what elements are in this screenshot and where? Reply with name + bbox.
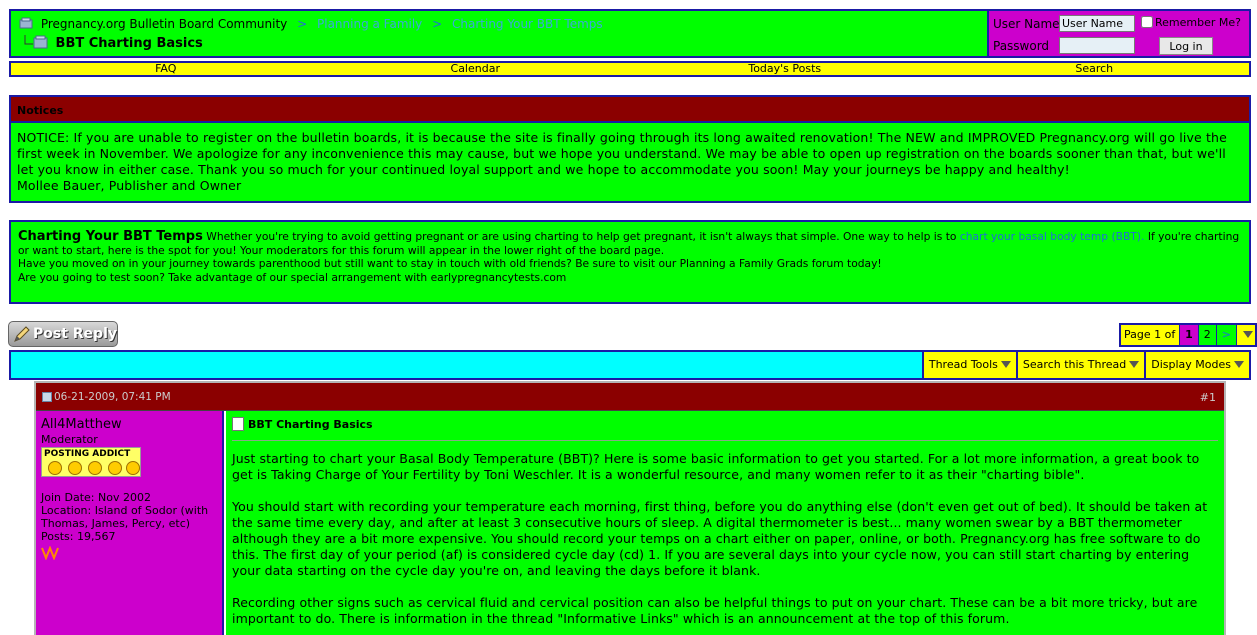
thread-title-text: BBT Charting Basics [55,36,203,51]
smiley-icon [88,461,102,475]
forum-desc-line3: Are you going to test soon? Take advanta… [18,270,567,284]
author-posts: Posts: 19,567 [41,530,116,543]
search-thread-label: Search this Thread [1022,358,1127,371]
notices-heading: Notices [11,97,1249,123]
nav-calendar-link[interactable]: Calendar [321,63,631,75]
forum-desc-line2: Have you moved on in your journey toward… [18,257,882,270]
smiley-icon [126,461,140,475]
post-paragraph: Recording other signs such as cervical f… [232,595,1198,626]
rank-text: POSTING ADDICT [44,449,131,459]
page-info: Page 1 of 2 [1121,325,1181,361]
dropdown-arrow-icon [1234,361,1244,368]
top-header: Pregnancy.org Bulletin Board Community >… [9,9,1251,58]
login-box: User Name Remember Me? Password Log in [987,11,1249,56]
remember-me-checkbox[interactable] [1141,16,1153,28]
dropdown-arrow-icon [1243,331,1253,338]
post-title: BBT Charting Basics [232,417,1218,441]
smiley-icon [48,461,62,475]
breadcrumb-home-link[interactable]: Pregnancy.org Bulletin Board Community [41,17,287,31]
notices-text: NOTICE: If you are unable to register on… [17,130,1227,177]
post-paragraph: Just starting to chart your Basal Body T… [232,451,1200,482]
thread-tools-label: Thread Tools [928,358,998,371]
page-current: 1 [1180,325,1199,345]
breadcrumb-separator: > [297,17,308,31]
dropdown-arrow-icon [1129,361,1140,368]
nav-todays-posts-link[interactable]: Today's Posts [630,63,940,75]
old-post-icon [42,392,52,402]
post-content: BBT Charting Basics Just starting to cha… [226,411,1224,635]
forum-desc-part1: Whether you're trying to avoid getting p… [206,230,957,243]
smiley-icon [108,461,122,475]
breadcrumb-planning-link[interactable]: Planning a Family [317,17,422,31]
display-modes-label: Display Modes [1151,358,1231,371]
breadcrumb: Pregnancy.org Bulletin Board Community >… [19,17,603,31]
forum-description: Charting Your BBT Temps Whether you're t… [9,220,1251,304]
post-paragraph: You should start with recording your tem… [232,499,1208,578]
login-button[interactable]: Log in [1159,37,1213,55]
forum-title: Charting Your BBT Temps [18,229,203,244]
thread-toolbar: Thread Tools Search this Thread Display … [9,350,1251,380]
password-input[interactable] [1059,37,1135,54]
page-menu-button[interactable] [1237,325,1255,345]
notices-body: NOTICE: If you are unable to register on… [11,123,1249,201]
remember-me[interactable]: Remember Me? [1141,16,1241,29]
page-2-link[interactable]: 2 [1198,325,1217,345]
display-modes-menu[interactable]: Display Modes [1144,352,1249,378]
author-title: Moderator [41,433,98,446]
navbar: FAQ Calendar Today's Posts Search [9,61,1251,77]
notices-panel: Notices NOTICE: If you are unable to reg… [9,95,1251,203]
post-date-text: 06-21-2009, 07:41 PM [54,391,171,403]
post-number-link[interactable]: #1 [1200,391,1216,404]
next-page-link[interactable]: > [1216,325,1237,345]
post-author-panel: All4Matthew Moderator POSTING ADDICT Joi… [36,411,224,635]
chart-bbt-link[interactable]: chart your basal body temp (BBT). [960,230,1145,243]
forum-home-icon [19,17,33,29]
remember-me-label: Remember Me? [1155,16,1241,29]
thread-tree-icon [24,35,48,49]
dropdown-arrow-icon [1000,361,1011,368]
pagination: Page 1 of 2 1 2 > [1119,323,1257,361]
username-label: User Name [993,17,1060,31]
notices-signature: Mollee Bauer, Publisher and Owner [17,178,242,193]
post: 06-21-2009, 07:41 PM #1 All4Matthew Mode… [34,381,1226,635]
author-name-link[interactable]: All4Matthew [41,417,122,432]
username-input[interactable] [1059,15,1135,32]
nav-faq-link[interactable]: FAQ [11,63,321,75]
post-reply-button[interactable]: Post Reply [8,321,118,347]
smiley-icon [68,461,82,475]
nav-search-link[interactable]: Search [940,63,1250,75]
search-thread-menu[interactable]: Search this Thread [1015,352,1145,378]
post-reply-label: Post Reply [33,326,117,342]
post-date: 06-21-2009, 07:41 PM [42,391,171,403]
pencil-icon [14,326,30,342]
author-info: Join Date: Nov 2002 Location: Island of … [41,491,217,543]
thread-title: BBT Charting Basics [21,35,203,51]
author-location: Location: Island of Sodor (with Thomas, … [41,504,209,530]
breadcrumb-separator: > [432,17,443,31]
thread-tools-menu[interactable]: Thread Tools [921,352,1016,378]
breadcrumb-charting-link[interactable]: Charting Your BBT Temps [452,17,603,31]
post-title-text: BBT Charting Basics [248,418,373,431]
rank-image: POSTING ADDICT [41,447,141,477]
document-icon [232,417,244,431]
author-join-date: Join Date: Nov 2002 [41,491,151,504]
reputation-icon [41,545,59,561]
post-body: Just starting to chart your Basal Body T… [232,451,1218,627]
password-label: Password [993,39,1050,53]
post-header: 06-21-2009, 07:41 PM #1 [36,383,1224,411]
